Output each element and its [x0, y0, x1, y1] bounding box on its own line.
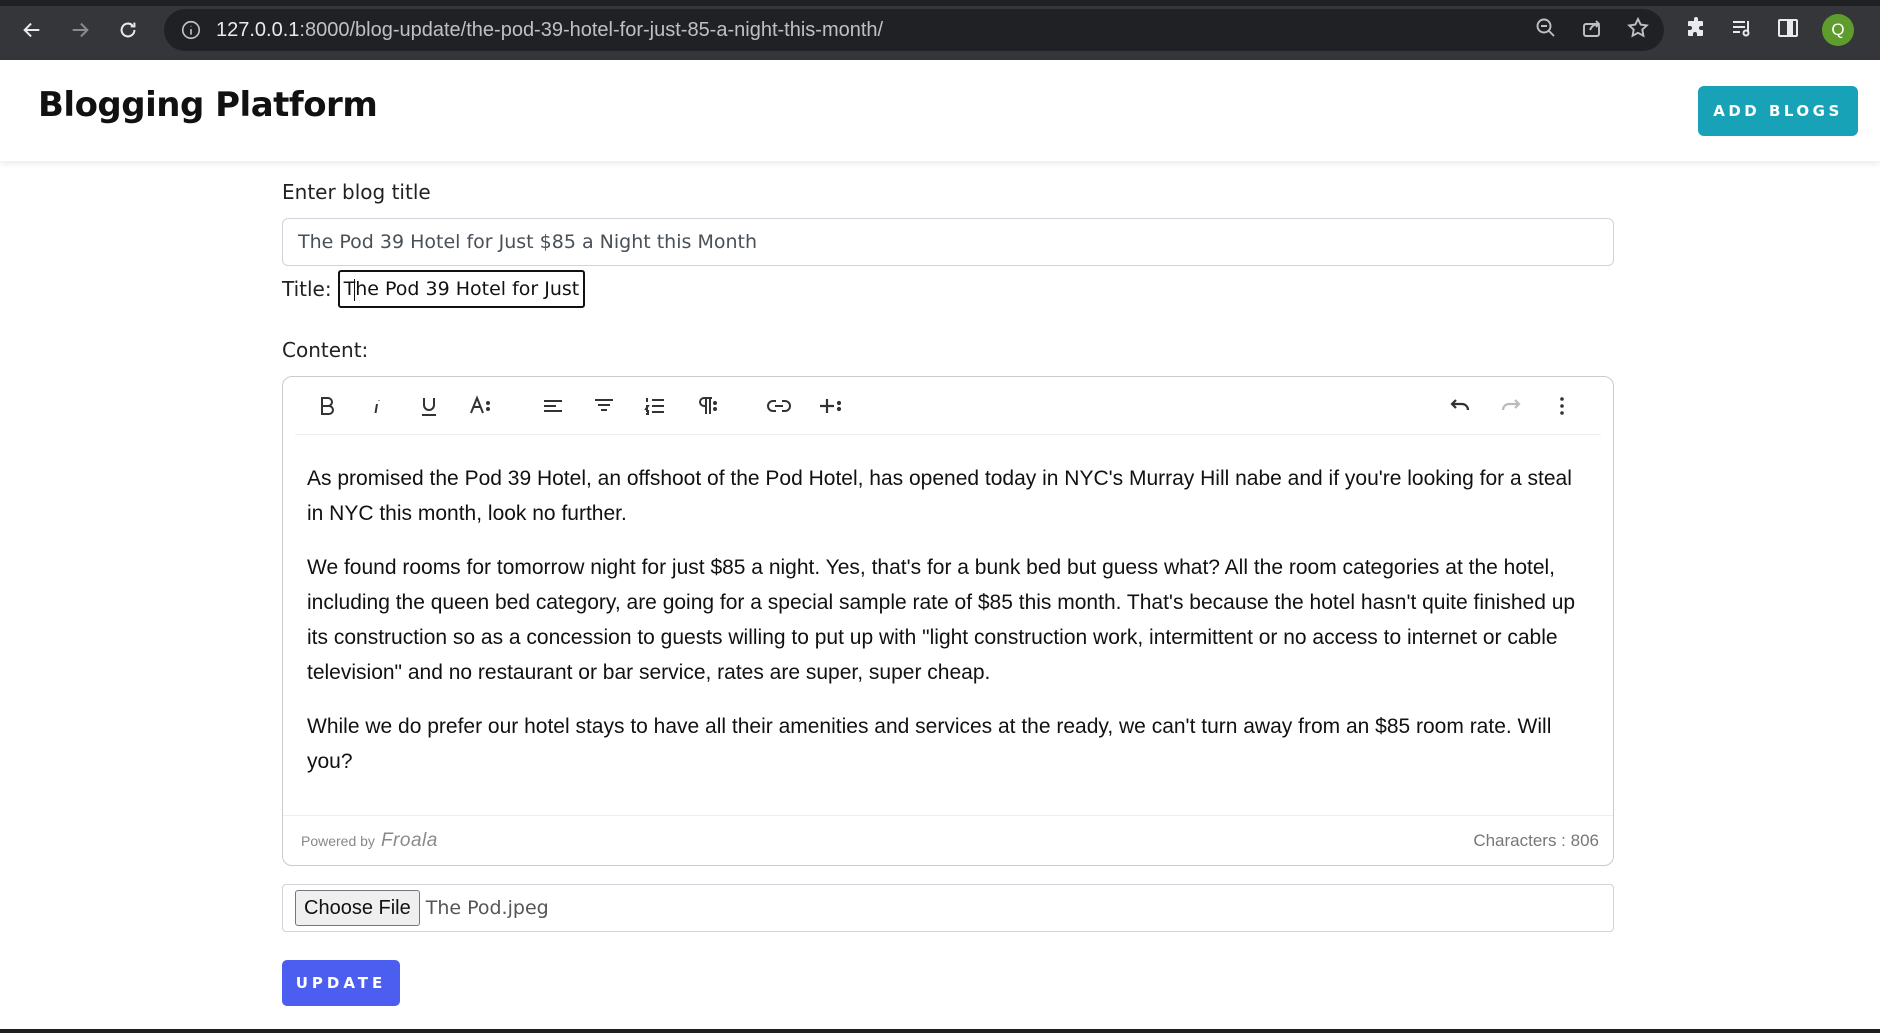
paragraph[interactable]: As promised the Pod 39 Hotel, an offshoo…: [307, 461, 1589, 531]
address-bar[interactable]: 127.0.0.1:8000/blog-update/the-pod-39-ho…: [164, 9, 1664, 51]
insert-more-icon[interactable]: [808, 386, 852, 426]
character-counter: Characters : 806: [1473, 830, 1599, 850]
profile-avatar[interactable]: Q: [1822, 14, 1854, 46]
extensions-puzzle-icon[interactable]: [1684, 16, 1708, 44]
title-input[interactable]: The Pod 39 Hotel for Just $85 a Night th…: [282, 218, 1614, 266]
redo-icon[interactable]: [1489, 386, 1533, 426]
powered-by-froala[interactable]: Powered by Froala: [301, 830, 438, 852]
blog-update-form: Enter blog title The Pod 39 Hotel for Ju…: [282, 180, 1614, 1006]
froala-logo[interactable]: Froala: [381, 830, 438, 852]
browser-toolbar: 127.0.0.1:8000/blog-update/the-pod-39-ho…: [0, 0, 1880, 60]
update-button[interactable]: UPDATE: [282, 960, 400, 1006]
file-input[interactable]: Choose File The Pod.jpeg: [282, 884, 1614, 932]
link-icon[interactable]: [757, 386, 801, 426]
media-queue-icon[interactable]: [1730, 16, 1754, 44]
title-label: Enter blog title: [282, 180, 431, 204]
reload-icon[interactable]: [110, 12, 146, 48]
paragraph[interactable]: While we do prefer our hotel stays to ha…: [307, 709, 1589, 779]
side-panel-icon[interactable]: [1776, 16, 1800, 44]
selected-file-name: The Pod.jpeg: [425, 897, 549, 919]
bookmark-star-icon[interactable]: [1626, 16, 1650, 44]
window-bottom-edge: [0, 1029, 1880, 1033]
font-size-icon[interactable]: [458, 386, 502, 426]
title-preview-row: Title: The Pod 39 Hotel for Just: [282, 270, 1614, 308]
app-header: Blogging Platform ADD BLOGS: [0, 60, 1880, 161]
rich-text-editor: As promised the Pod 39 Hotel, an offshoo…: [282, 376, 1614, 866]
align-center-icon[interactable]: [582, 386, 626, 426]
editor-toolbar: [295, 377, 1601, 435]
editor-content[interactable]: As promised the Pod 39 Hotel, an offshoo…: [283, 435, 1613, 779]
paragraph[interactable]: We found rooms for tomorrow night for ju…: [307, 550, 1589, 690]
bold-icon[interactable]: [305, 386, 349, 426]
site-info-icon[interactable]: [180, 19, 202, 41]
ordered-list-icon[interactable]: [633, 386, 677, 426]
zoom-icon[interactable]: [1534, 16, 1558, 44]
editor-footer: Powered by Froala Characters : 806: [283, 815, 1613, 865]
back-arrow-icon[interactable]: [14, 12, 50, 48]
underline-icon[interactable]: [407, 386, 451, 426]
align-left-icon[interactable]: [531, 386, 575, 426]
forward-arrow-icon[interactable]: [62, 12, 98, 48]
url-text[interactable]: 127.0.0.1:8000/blog-update/the-pod-39-ho…: [216, 19, 1534, 42]
content-label: Content:: [282, 338, 369, 362]
brand-title[interactable]: Blogging Platform: [38, 85, 378, 125]
italic-icon[interactable]: [356, 386, 400, 426]
text-caret: [353, 279, 355, 301]
title-preview-label: Title:: [282, 277, 332, 301]
paragraph-format-icon[interactable]: [684, 386, 728, 426]
more-options-icon[interactable]: [1540, 386, 1584, 426]
add-blogs-button[interactable]: ADD BLOGS: [1698, 85, 1858, 136]
choose-file-button[interactable]: Choose File: [295, 890, 420, 926]
share-icon[interactable]: [1580, 16, 1604, 44]
title-preview-field[interactable]: The Pod 39 Hotel for Just: [337, 270, 586, 308]
undo-icon[interactable]: [1438, 386, 1482, 426]
